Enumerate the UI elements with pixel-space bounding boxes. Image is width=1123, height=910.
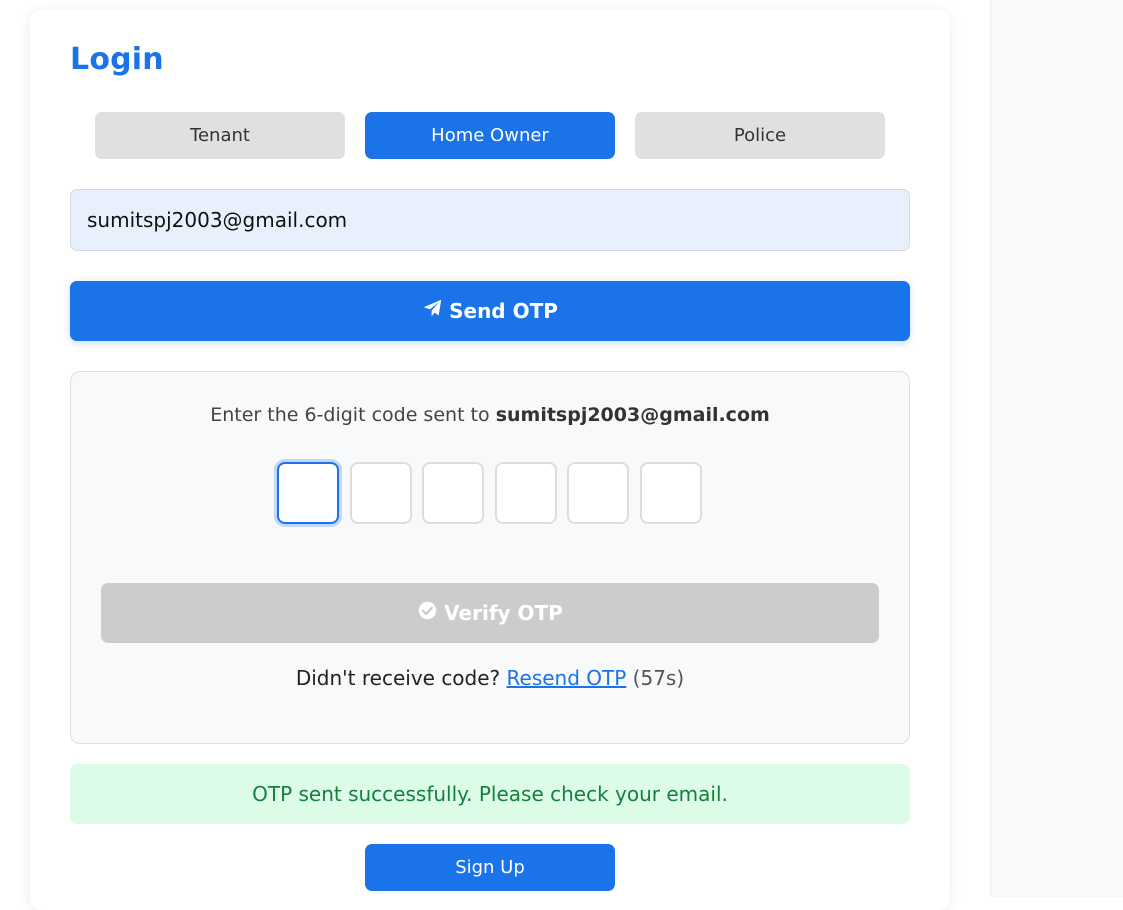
status-message: OTP sent successfully. Please check your… xyxy=(70,764,910,824)
paper-plane-icon xyxy=(422,298,443,324)
otp-digit-2[interactable] xyxy=(350,462,412,524)
role-tab-police[interactable]: Police xyxy=(635,112,885,159)
send-otp-button[interactable]: Send OTP xyxy=(70,281,910,341)
verify-otp-button[interactable]: Verify OTP xyxy=(101,583,879,643)
page-title: Login xyxy=(70,42,164,77)
otp-digit-5[interactable] xyxy=(567,462,629,524)
resend-row: Didn't receive code? Resend OTP (57s) xyxy=(71,666,909,690)
resend-timer: (57s) xyxy=(632,666,685,690)
check-circle-icon xyxy=(417,600,438,626)
send-otp-label: Send OTP xyxy=(449,299,558,323)
otp-digit-4[interactable] xyxy=(495,462,557,524)
sign-up-button[interactable]: Sign Up xyxy=(365,844,615,891)
right-panel xyxy=(990,0,1123,897)
otp-email: sumitspj2003@gmail.com xyxy=(495,404,770,426)
resend-prompt: Didn't receive code? xyxy=(295,666,501,690)
otp-panel: Enter the 6-digit code sent to sumitspj2… xyxy=(70,371,910,744)
role-tab-home-owner[interactable]: Home Owner xyxy=(365,112,615,159)
resend-otp-link[interactable]: Resend OTP xyxy=(507,666,627,690)
status-message-text: OTP sent successfully. Please check your… xyxy=(252,782,728,806)
email-field[interactable] xyxy=(70,189,910,251)
otp-digit-1[interactable] xyxy=(277,462,339,524)
verify-otp-label: Verify OTP xyxy=(444,601,563,625)
otp-prompt-text: Enter the 6-digit code sent to xyxy=(210,404,490,426)
role-tab-tenant[interactable]: Tenant xyxy=(95,112,345,159)
otp-digit-3[interactable] xyxy=(422,462,484,524)
otp-prompt: Enter the 6-digit code sent to sumitspj2… xyxy=(71,404,909,426)
otp-digit-6[interactable] xyxy=(640,462,702,524)
